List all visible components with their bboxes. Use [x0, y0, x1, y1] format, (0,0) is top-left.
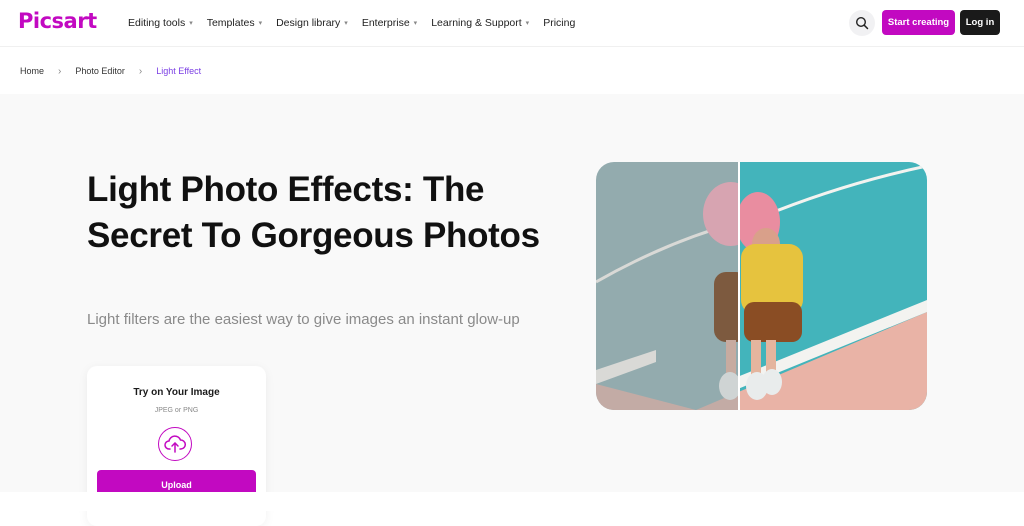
- before-after-image: [596, 162, 927, 410]
- nav-learning-support[interactable]: Learning & Support ▾: [431, 17, 529, 29]
- upload-card-title: Try on Your Image: [133, 387, 220, 398]
- chevron-down-icon: ▾: [413, 20, 418, 27]
- nav-enterprise[interactable]: Enterprise ▾: [362, 17, 417, 29]
- chevron-right-icon: ›: [138, 65, 143, 77]
- cloud-upload-icon[interactable]: [158, 427, 192, 461]
- login-button[interactable]: Log in: [960, 10, 1000, 35]
- chevron-down-icon: ▾: [525, 20, 530, 27]
- chevron-down-icon: ▾: [344, 20, 348, 27]
- top-header: Picsart Editing tools ▾ Templates ▾ Design…: [0, 0, 1024, 47]
- nav-editing-tools[interactable]: Editing tools ▾: [128, 17, 193, 29]
- cloud-upload-icon-svg: [164, 435, 186, 453]
- search-button[interactable]: [849, 10, 875, 36]
- start-creating-button[interactable]: Start creating: [882, 10, 955, 35]
- nav-label: Editing tools: [128, 17, 186, 29]
- search-icon: [855, 16, 869, 30]
- nav-design-library[interactable]: Design library ▾: [276, 17, 348, 29]
- chevron-down-icon: ▾: [258, 20, 263, 27]
- nav-label: Templates: [206, 17, 255, 29]
- page-bottom: [0, 492, 1024, 511]
- upload-formats: JPEG or PNG: [154, 407, 199, 414]
- nav-label: Learning & Support: [431, 17, 522, 29]
- breadcrumb: Home › Photo Editor › Light Effect: [20, 62, 201, 80]
- nav-pricing[interactable]: Pricing: [543, 17, 575, 29]
- breadcrumb-photo-editor[interactable]: Photo Editor: [75, 66, 125, 76]
- main-nav: Editing tools ▾ Templates ▾ Design library…: [128, 0, 589, 46]
- breadcrumb-home[interactable]: Home: [20, 66, 44, 76]
- chevron-right-icon: ›: [58, 65, 62, 77]
- nav-label: Design library: [276, 17, 341, 29]
- picsart-logo[interactable]: Picsart: [18, 9, 97, 33]
- hero-photo: [596, 162, 927, 410]
- nav-label: Pricing: [543, 17, 576, 29]
- nav-templates[interactable]: Templates ▾: [207, 17, 262, 29]
- nav-label: Enterprise: [361, 17, 410, 29]
- chevron-down-icon: ▾: [189, 20, 193, 27]
- page-subtitle: Light filters are the easiest way to giv…: [87, 311, 520, 328]
- breadcrumb-light-effect: Light Effect: [156, 66, 202, 76]
- page-title: Light Photo Effects: The Secret To Gorge…: [87, 170, 540, 255]
